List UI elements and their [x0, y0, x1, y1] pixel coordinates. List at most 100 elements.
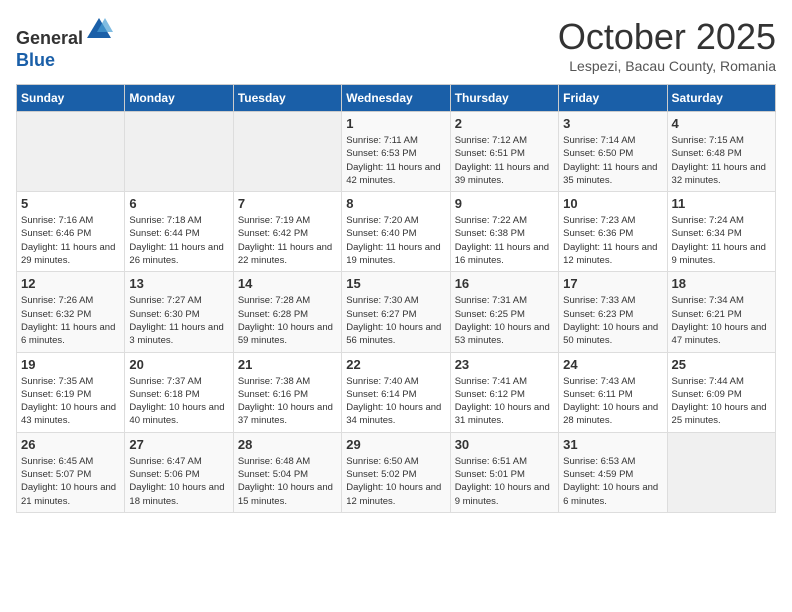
- calendar-cell: 29Sunrise: 6:50 AM Sunset: 5:02 PM Dayli…: [342, 432, 450, 512]
- calendar-cell: 13 Sunrise: 7:27 AM Sunset: 6:30 PM Dayli…: [125, 272, 233, 352]
- cell-info: Sunrise: 7:14 AM Sunset: 6:50 PM Dayligh…: [563, 134, 662, 187]
- day-number: 23: [455, 357, 554, 372]
- calendar-week-row: 5 Sunrise: 7:16 AM Sunset: 6:46 PM Daylig…: [17, 192, 776, 272]
- calendar-cell: 2 Sunrise: 7:12 AM Sunset: 6:51 PM Daylig…: [450, 112, 558, 192]
- cell-info: Sunrise: 7:38 AM Sunset: 6:16 PM Dayligh…: [238, 375, 337, 428]
- weekday-header-thursday: Thursday: [450, 85, 558, 112]
- day-number: 31: [563, 437, 662, 452]
- calendar-cell: [233, 112, 341, 192]
- calendar-table: SundayMondayTuesdayWednesdayThursdayFrid…: [16, 84, 776, 513]
- calendar-cell: 31 Sunrise: 6:53 AM Sunset: 4:59 PM Dayli…: [559, 432, 667, 512]
- calendar-week-row: 19Sunrise: 7:35 AM Sunset: 6:19 PM Dayli…: [17, 352, 776, 432]
- calendar-cell: 7 Sunrise: 7:19 AM Sunset: 6:42 PM Daylig…: [233, 192, 341, 272]
- cell-info: Sunrise: 7:31 AM Sunset: 6:25 PM Dayligh…: [455, 294, 554, 347]
- calendar-cell: 25Sunrise: 7:44 AM Sunset: 6:09 PM Dayli…: [667, 352, 775, 432]
- cell-info: Sunrise: 7:12 AM Sunset: 6:51 PM Dayligh…: [455, 134, 554, 187]
- day-number: 26: [21, 437, 120, 452]
- weekday-header-monday: Monday: [125, 85, 233, 112]
- day-number: 11: [672, 196, 771, 211]
- day-number: 5: [21, 196, 120, 211]
- logo-blue: Blue: [16, 50, 55, 70]
- calendar-cell: [125, 112, 233, 192]
- cell-info: Sunrise: 7:30 AM Sunset: 6:27 PM Dayligh…: [346, 294, 445, 347]
- cell-info: Sunrise: 6:51 AM Sunset: 5:01 PM Dayligh…: [455, 455, 554, 508]
- calendar-cell: 15 Sunrise: 7:30 AM Sunset: 6:27 PM Dayli…: [342, 272, 450, 352]
- weekday-header-sunday: Sunday: [17, 85, 125, 112]
- day-number: 13: [129, 276, 228, 291]
- cell-info: Sunrise: 7:20 AM Sunset: 6:40 PM Dayligh…: [346, 214, 445, 267]
- calendar-cell: 20 Sunrise: 7:37 AM Sunset: 6:18 PM Dayli…: [125, 352, 233, 432]
- cell-info: Sunrise: 6:45 AM Sunset: 5:07 PM Dayligh…: [21, 455, 120, 508]
- weekday-header-friday: Friday: [559, 85, 667, 112]
- cell-info: Sunrise: 7:27 AM Sunset: 6:30 PM Dayligh…: [129, 294, 228, 347]
- cell-info: Sunrise: 7:11 AM Sunset: 6:53 PM Dayligh…: [346, 134, 445, 187]
- title-block: October 2025 Lespezi, Bacau County, Roma…: [558, 16, 776, 74]
- weekday-header-wednesday: Wednesday: [342, 85, 450, 112]
- calendar-cell: 23 Sunrise: 7:41 AM Sunset: 6:12 PM Dayli…: [450, 352, 558, 432]
- day-number: 3: [563, 116, 662, 131]
- cell-info: Sunrise: 7:24 AM Sunset: 6:34 PM Dayligh…: [672, 214, 771, 267]
- calendar-cell: 12Sunrise: 7:26 AM Sunset: 6:32 PM Dayli…: [17, 272, 125, 352]
- calendar-cell: [667, 432, 775, 512]
- cell-info: Sunrise: 7:16 AM Sunset: 6:46 PM Dayligh…: [21, 214, 120, 267]
- day-number: 6: [129, 196, 228, 211]
- calendar-cell: 18 Sunrise: 7:34 AM Sunset: 6:21 PM Dayli…: [667, 272, 775, 352]
- day-number: 27: [129, 437, 228, 452]
- day-number: 18: [672, 276, 771, 291]
- cell-info: Sunrise: 7:37 AM Sunset: 6:18 PM Dayligh…: [129, 375, 228, 428]
- calendar-cell: 1 Sunrise: 7:11 AM Sunset: 6:53 PM Daylig…: [342, 112, 450, 192]
- day-number: 4: [672, 116, 771, 131]
- day-number: 14: [238, 276, 337, 291]
- calendar-cell: 30 Sunrise: 6:51 AM Sunset: 5:01 PM Dayli…: [450, 432, 558, 512]
- day-number: 19: [21, 357, 120, 372]
- cell-info: Sunrise: 7:23 AM Sunset: 6:36 PM Dayligh…: [563, 214, 662, 267]
- day-number: 12: [21, 276, 120, 291]
- day-number: 28: [238, 437, 337, 452]
- month-title: October 2025: [558, 16, 776, 58]
- day-number: 8: [346, 196, 445, 211]
- day-number: 25: [672, 357, 771, 372]
- cell-info: Sunrise: 7:33 AM Sunset: 6:23 PM Dayligh…: [563, 294, 662, 347]
- calendar-week-row: 1 Sunrise: 7:11 AM Sunset: 6:53 PM Daylig…: [17, 112, 776, 192]
- day-number: 10: [563, 196, 662, 211]
- calendar-cell: [17, 112, 125, 192]
- calendar-cell: 24Sunrise: 7:43 AM Sunset: 6:11 PM Dayli…: [559, 352, 667, 432]
- weekday-header-saturday: Saturday: [667, 85, 775, 112]
- calendar-cell: 10 Sunrise: 7:23 AM Sunset: 6:36 PM Dayli…: [559, 192, 667, 272]
- location-subtitle: Lespezi, Bacau County, Romania: [558, 58, 776, 74]
- day-number: 2: [455, 116, 554, 131]
- day-number: 7: [238, 196, 337, 211]
- day-number: 1: [346, 116, 445, 131]
- day-number: 20: [129, 357, 228, 372]
- calendar-week-row: 12Sunrise: 7:26 AM Sunset: 6:32 PM Dayli…: [17, 272, 776, 352]
- weekday-header-row: SundayMondayTuesdayWednesdayThursdayFrid…: [17, 85, 776, 112]
- cell-info: Sunrise: 7:15 AM Sunset: 6:48 PM Dayligh…: [672, 134, 771, 187]
- calendar-cell: 8 Sunrise: 7:20 AM Sunset: 6:40 PM Daylig…: [342, 192, 450, 272]
- calendar-cell: 19Sunrise: 7:35 AM Sunset: 6:19 PM Dayli…: [17, 352, 125, 432]
- cell-info: Sunrise: 6:47 AM Sunset: 5:06 PM Dayligh…: [129, 455, 228, 508]
- cell-info: Sunrise: 7:19 AM Sunset: 6:42 PM Dayligh…: [238, 214, 337, 267]
- day-number: 24: [563, 357, 662, 372]
- cell-info: Sunrise: 7:28 AM Sunset: 6:28 PM Dayligh…: [238, 294, 337, 347]
- calendar-cell: 6Sunrise: 7:18 AM Sunset: 6:44 PM Daylig…: [125, 192, 233, 272]
- cell-info: Sunrise: 6:53 AM Sunset: 4:59 PM Dayligh…: [563, 455, 662, 508]
- day-number: 15: [346, 276, 445, 291]
- logo: General Blue: [16, 16, 113, 71]
- calendar-cell: 26 Sunrise: 6:45 AM Sunset: 5:07 PM Dayli…: [17, 432, 125, 512]
- day-number: 22: [346, 357, 445, 372]
- cell-info: Sunrise: 7:41 AM Sunset: 6:12 PM Dayligh…: [455, 375, 554, 428]
- calendar-week-row: 26 Sunrise: 6:45 AM Sunset: 5:07 PM Dayli…: [17, 432, 776, 512]
- day-number: 9: [455, 196, 554, 211]
- page-header: General Blue October 2025 Lespezi, Bacau…: [16, 16, 776, 74]
- cell-info: Sunrise: 6:48 AM Sunset: 5:04 PM Dayligh…: [238, 455, 337, 508]
- calendar-cell: 9 Sunrise: 7:22 AM Sunset: 6:38 PM Daylig…: [450, 192, 558, 272]
- cell-info: Sunrise: 7:22 AM Sunset: 6:38 PM Dayligh…: [455, 214, 554, 267]
- calendar-body: 1 Sunrise: 7:11 AM Sunset: 6:53 PM Daylig…: [17, 112, 776, 513]
- calendar-cell: 4 Sunrise: 7:15 AM Sunset: 6:48 PM Daylig…: [667, 112, 775, 192]
- calendar-cell: 16Sunrise: 7:31 AM Sunset: 6:25 PM Dayli…: [450, 272, 558, 352]
- calendar-cell: 21Sunrise: 7:38 AM Sunset: 6:16 PM Dayli…: [233, 352, 341, 432]
- day-number: 30: [455, 437, 554, 452]
- cell-info: Sunrise: 7:34 AM Sunset: 6:21 PM Dayligh…: [672, 294, 771, 347]
- calendar-cell: 17Sunrise: 7:33 AM Sunset: 6:23 PM Dayli…: [559, 272, 667, 352]
- day-number: 29: [346, 437, 445, 452]
